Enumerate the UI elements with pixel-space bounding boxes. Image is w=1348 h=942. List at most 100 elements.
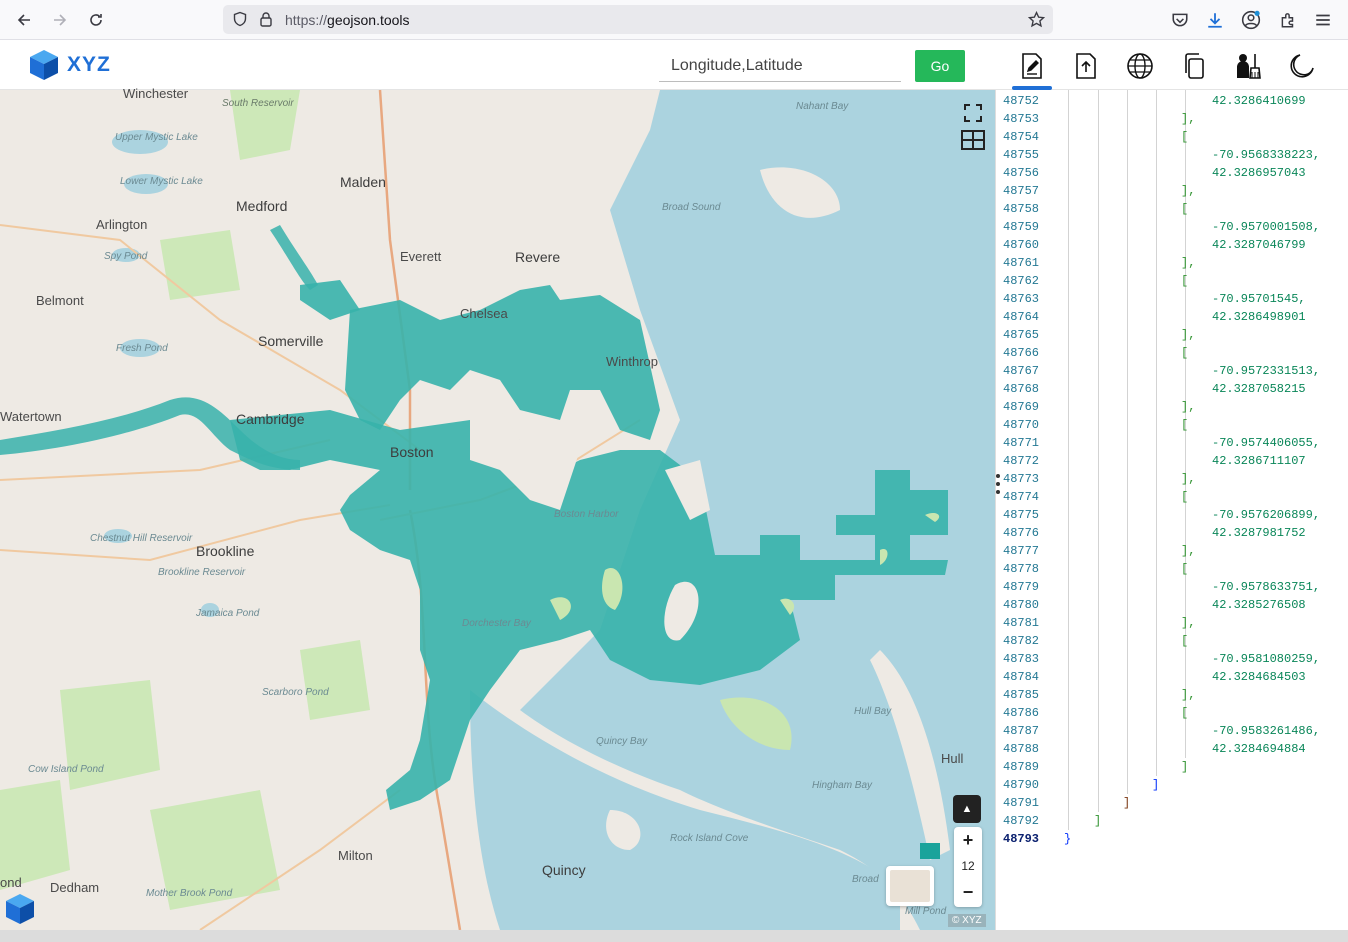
code-line[interactable]: 48768 42.3287058215 — [1003, 380, 1348, 398]
xyz-logo-icon[interactable] — [28, 48, 60, 87]
map-place-label: Malden — [340, 174, 386, 190]
code-line[interactable]: 48779 -70.9578633751, — [1003, 578, 1348, 596]
code-line[interactable]: 48777], — [1003, 542, 1348, 560]
code-line[interactable]: 48761], — [1003, 254, 1348, 272]
line-number: 48758 — [1003, 202, 1040, 216]
code-line[interactable]: 48757], — [1003, 182, 1348, 200]
upload-file-icon[interactable] — [1066, 48, 1106, 84]
line-number: 48776 — [1003, 526, 1040, 540]
address-bar[interactable]: https://geojson.tools — [223, 5, 1053, 34]
code-line[interactable]: 48786 [ — [1003, 704, 1348, 722]
line-number: 48771 — [1003, 436, 1040, 450]
code-line[interactable]: 48784 42.3284684503 — [1003, 668, 1348, 686]
account-icon[interactable] — [1240, 9, 1262, 31]
code-text: -70.9581080259, — [1212, 652, 1321, 666]
line-number: 48787 — [1003, 724, 1040, 738]
copy-icon[interactable] — [1174, 48, 1214, 84]
code-line[interactable]: 48792] — [1003, 812, 1348, 830]
lock-icon[interactable] — [259, 11, 273, 32]
zoom-out-button[interactable]: − — [954, 879, 982, 905]
shield-icon[interactable] — [232, 11, 248, 32]
code-line[interactable]: 48753], — [1003, 110, 1348, 128]
cleaning-icon[interactable] — [1228, 48, 1268, 84]
code-line[interactable]: 48780 42.3285276508 — [1003, 596, 1348, 614]
line-number: 48772 — [1003, 454, 1040, 468]
code-line[interactable]: 48765], — [1003, 326, 1348, 344]
code-line[interactable]: 48789] — [1003, 758, 1348, 776]
code-text: [ — [1181, 274, 1189, 288]
code-text: ], — [1181, 400, 1196, 414]
zoom-in-button[interactable]: + — [954, 827, 982, 853]
edit-icon[interactable] — [1012, 48, 1052, 90]
code-line[interactable]: 48771 -70.9574406055, — [1003, 434, 1348, 452]
menu-icon[interactable] — [1312, 9, 1334, 31]
compass-icon[interactable]: ▲ — [953, 795, 981, 823]
code-line[interactable]: 48767 -70.9572331513, — [1003, 362, 1348, 380]
zoom-level: 12 — [961, 859, 975, 873]
code-line[interactable]: 48766 [ — [1003, 344, 1348, 362]
map-attribution: © XYZ — [948, 914, 986, 927]
code-line[interactable]: 48760 42.3287046799 — [1003, 236, 1348, 254]
code-line[interactable]: 48787 -70.9583261486, — [1003, 722, 1348, 740]
layer-color-swatch[interactable] — [920, 843, 940, 859]
bookmark-star-icon[interactable] — [1027, 10, 1046, 33]
coordinate-input[interactable] — [659, 50, 901, 82]
code-line[interactable]: 48781], — [1003, 614, 1348, 632]
code-line[interactable]: 48772 42.3286711107 — [1003, 452, 1348, 470]
code-line[interactable]: 48793} — [1003, 830, 1348, 848]
code-line[interactable]: 48785], — [1003, 686, 1348, 704]
code-line[interactable]: 48791] — [1003, 794, 1348, 812]
reload-icon[interactable] — [84, 8, 108, 32]
moon-icon[interactable] — [1282, 48, 1322, 84]
code-line[interactable]: 48769], — [1003, 398, 1348, 416]
go-button[interactable]: Go — [915, 50, 965, 82]
code-line[interactable]: 48762 [ — [1003, 272, 1348, 290]
code-line[interactable]: 48774 [ — [1003, 488, 1348, 506]
line-number: 48788 — [1003, 742, 1040, 756]
code-line[interactable]: 48775 -70.9576206899, — [1003, 506, 1348, 524]
code-line[interactable]: 48763 -70.95701545, — [1003, 290, 1348, 308]
code-text: [ — [1181, 706, 1189, 720]
code-text: [ — [1181, 130, 1189, 144]
drag-handle-icon[interactable] — [996, 474, 1000, 498]
map-place-label: Brookline — [196, 543, 255, 559]
extensions-icon[interactable] — [1277, 9, 1299, 31]
code-text: -70.9578633751, — [1212, 580, 1321, 594]
code-line[interactable]: 48778 [ — [1003, 560, 1348, 578]
code-line[interactable]: 48783 -70.9581080259, — [1003, 650, 1348, 668]
code-line[interactable]: 48758 [ — [1003, 200, 1348, 218]
download-icon[interactable] — [1204, 9, 1226, 31]
globe-icon[interactable] — [1120, 48, 1160, 84]
geojson-editor[interactable]: 48752 42.3286410699 48753], 48754 [48755 -70.… — [1003, 90, 1348, 930]
fullscreen-icon[interactable] — [960, 100, 986, 126]
pocket-icon[interactable] — [1169, 9, 1191, 31]
code-line[interactable]: 48754 [ — [1003, 128, 1348, 146]
panel-divider[interactable] — [995, 90, 1003, 930]
code-text: ] — [1181, 760, 1189, 774]
code-line[interactable]: 48770 [ — [1003, 416, 1348, 434]
code-line[interactable]: 48773], — [1003, 470, 1348, 488]
map-place-label: Hull Bay — [854, 706, 892, 717]
code-line[interactable]: 48788 42.3284694884 — [1003, 740, 1348, 758]
line-number: 48765 — [1003, 328, 1040, 342]
code-line[interactable]: 48756 42.3286957043 — [1003, 164, 1348, 182]
grid-layout-icon[interactable] — [960, 127, 986, 153]
code-line[interactable]: 48755 -70.9568338223, — [1003, 146, 1348, 164]
line-number: 48781 — [1003, 616, 1040, 630]
code-line[interactable]: 48790] — [1003, 776, 1348, 794]
map-place-label: Mother Brook Pond — [146, 888, 233, 899]
code-line[interactable]: 48759 -70.9570001508, — [1003, 218, 1348, 236]
logo-text[interactable]: XYZ — [67, 53, 111, 77]
code-text: 42.3286957043 — [1212, 166, 1306, 180]
minimap[interactable] — [886, 866, 934, 906]
code-line[interactable]: 48752 42.3286410699 — [1003, 92, 1348, 110]
line-number: 48786 — [1003, 706, 1040, 720]
line-number: 48770 — [1003, 418, 1040, 432]
back-icon[interactable] — [12, 8, 36, 32]
code-line[interactable]: 48764 42.3286498901 — [1003, 308, 1348, 326]
xyz-corner-logo-icon[interactable] — [4, 892, 36, 931]
code-line[interactable]: 48782 [ — [1003, 632, 1348, 650]
forward-icon[interactable] — [48, 8, 72, 32]
map-view[interactable] — [0, 90, 995, 930]
code-line[interactable]: 48776 42.3287981752 — [1003, 524, 1348, 542]
